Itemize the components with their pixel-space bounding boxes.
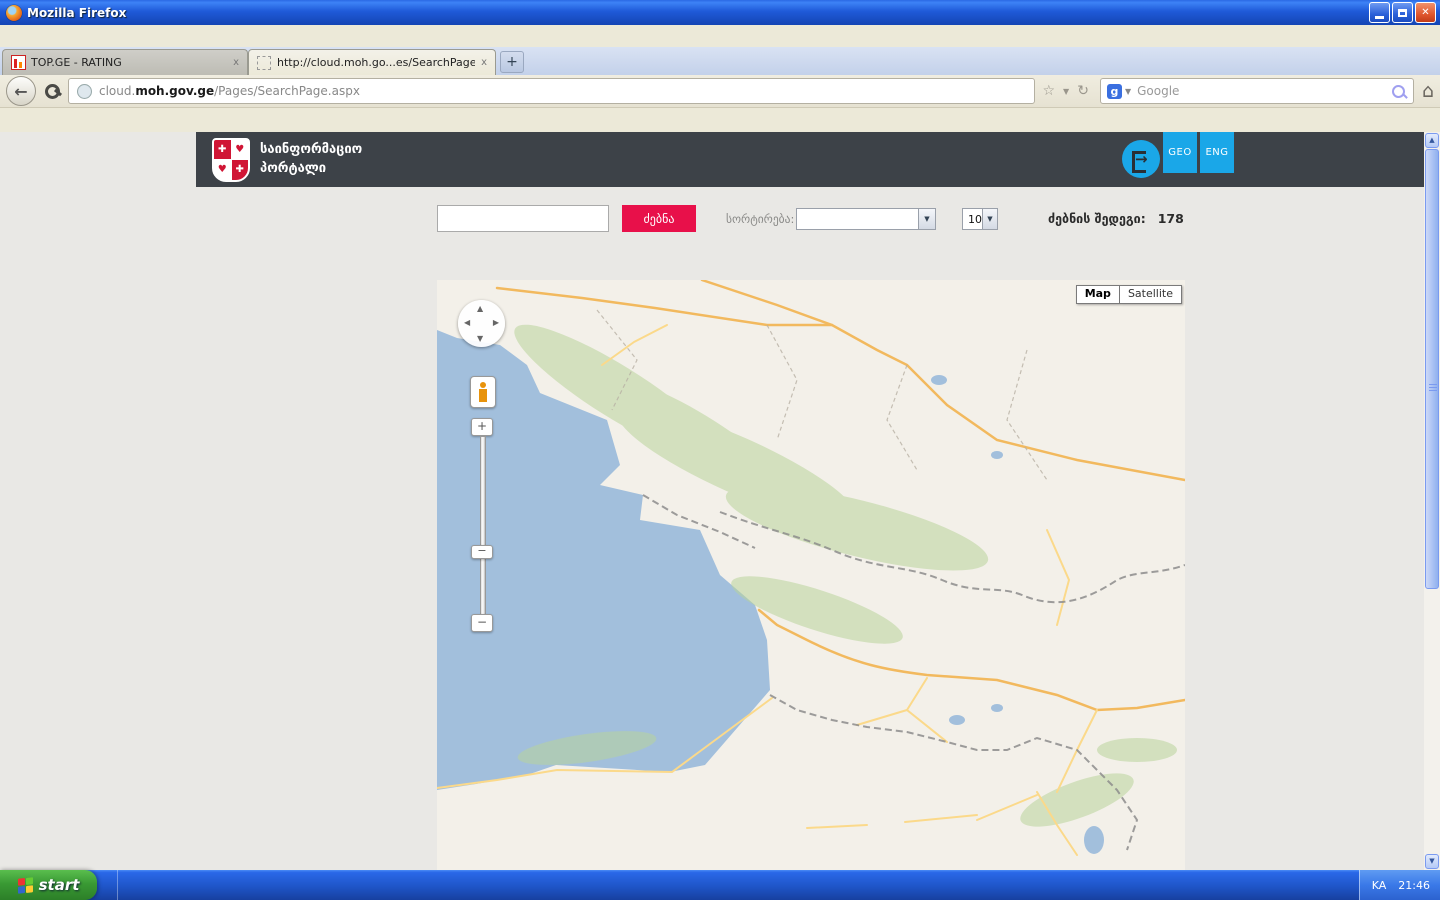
map-type-satellite-button[interactable]: Satellite: [1120, 285, 1182, 304]
history-dropdown-icon[interactable]: ▼: [1060, 87, 1072, 96]
menu-bar: [0, 25, 1440, 48]
map-pan-control[interactable]: ▲ ▼ ◀ ▶: [458, 300, 505, 347]
logout-icon[interactable]: [1122, 140, 1160, 178]
site-nav: [432, 132, 1107, 187]
header-right: GEO ENG: [1107, 132, 1424, 187]
google-icon[interactable]: g: [1107, 84, 1122, 99]
street-view-pegman[interactable]: [470, 376, 496, 408]
close-button[interactable]: ✕: [1415, 2, 1436, 23]
url-prefix: cloud.: [99, 84, 135, 98]
language-indicator[interactable]: KA: [1372, 879, 1387, 892]
url-path: /Pages/SearchPage.aspx: [214, 84, 360, 98]
chevron-down-icon[interactable]: ▼: [918, 209, 935, 229]
moh-shield-icon: ✚♥ ♥✚: [212, 138, 250, 182]
start-label: start: [39, 876, 80, 894]
tab-searchpage[interactable]: http://cloud.moh.go...es/SearchPage.aspx…: [248, 49, 496, 75]
zoom-slider-handle[interactable]: −: [471, 545, 493, 559]
bookmark-star-icon[interactable]: ☆: [1039, 83, 1058, 99]
bookmarks-bar: [0, 108, 1440, 133]
url-domain: moh.gov.ge: [135, 84, 214, 98]
chevron-down-icon[interactable]: ▼: [982, 209, 997, 229]
tab-close-icon[interactable]: x: [233, 57, 239, 68]
site-identity-icon[interactable]: [77, 84, 92, 99]
url-bar[interactable]: cloud.moh.gov.ge/Pages/SearchPage.aspx: [68, 78, 1035, 104]
map-type-control: Map Satellite: [1076, 285, 1182, 304]
sort-select[interactable]: ▼: [796, 208, 936, 230]
page-size-select[interactable]: 10▼: [962, 208, 998, 230]
tab-close-icon[interactable]: x: [481, 57, 487, 68]
firefox-icon: [6, 5, 22, 21]
window-title: Mozilla Firefox: [27, 6, 1369, 20]
map-markers: [437, 280, 1185, 870]
site-header: ✚♥ ♥✚ საინფორმაციოპორტალი GEO ENG: [196, 132, 1424, 187]
taskbar: start KA 21:46: [0, 870, 1440, 900]
scroll-thumb[interactable]: [1425, 149, 1439, 589]
scroll-up-arrow[interactable]: ▲: [1425, 133, 1439, 148]
start-button[interactable]: start: [0, 870, 97, 900]
scroll-down-arrow[interactable]: ▼: [1425, 854, 1439, 869]
tab-bar: TOP.GE - RATING x http://cloud.moh.go...…: [0, 47, 1440, 75]
topge-favicon: [11, 55, 26, 70]
pan-down-icon[interactable]: ▼: [477, 334, 483, 343]
search-button[interactable]: ძებნა: [622, 205, 696, 232]
tab-label: http://cloud.moh.go...es/SearchPage.aspx: [277, 56, 475, 69]
windows-logo-icon: [18, 877, 33, 894]
scroll-grip: [1429, 384, 1437, 392]
search-engine-bar[interactable]: g ▼ Google: [1100, 78, 1414, 104]
key-icon[interactable]: [42, 81, 62, 101]
pan-up-icon[interactable]: ▲: [477, 304, 483, 313]
tab-label: TOP.GE - RATING: [31, 56, 227, 69]
back-button[interactable]: ←: [6, 76, 36, 106]
home-button[interactable]: ⌂: [1422, 80, 1434, 102]
restore-button[interactable]: [1392, 2, 1413, 23]
lang-button-eng[interactable]: ENG: [1200, 132, 1234, 173]
zoom-out-button[interactable]: −: [471, 614, 493, 632]
sort-label: სორტირება:: [726, 212, 794, 226]
zoom-slider-track[interactable]: [480, 436, 486, 616]
reload-icon[interactable]: ↻: [1074, 83, 1092, 99]
search-magnifier-icon[interactable]: [1392, 85, 1405, 98]
lang-button-geo[interactable]: GEO: [1163, 132, 1197, 173]
site-title: საინფორმაციოპორტალი: [260, 141, 362, 179]
quick-launch: [97, 870, 118, 900]
pan-left-icon[interactable]: ◀: [464, 318, 470, 327]
map-type-map-button[interactable]: Map: [1076, 285, 1120, 304]
clock: 21:46: [1398, 879, 1430, 892]
page-content: ✚♥ ♥✚ საინფორმაციოპორტალი GEO ENG ძებნა …: [0, 132, 1440, 870]
task-buttons: [124, 870, 1359, 900]
search-input[interactable]: [437, 205, 609, 232]
site-logo[interactable]: ✚♥ ♥✚ საინფორმაციოპორტალი: [196, 132, 432, 187]
zoom-in-button[interactable]: +: [471, 418, 493, 436]
new-tab-button[interactable]: +: [500, 51, 524, 73]
pan-right-icon[interactable]: ▶: [493, 318, 499, 327]
results-count: ძებნის შედეგი:178: [1048, 211, 1184, 226]
engine-dropdown-icon[interactable]: ▼: [1125, 87, 1131, 96]
navigation-toolbar: ← cloud.moh.gov.ge/Pages/SearchPage.aspx…: [0, 75, 1440, 108]
tab-topge[interactable]: TOP.GE - RATING x: [2, 49, 248, 75]
map-canvas[interactable]: ▲ ▼ ◀ ▶ + − − Map Satellite: [437, 280, 1185, 870]
minimize-button[interactable]: [1369, 2, 1390, 23]
firefox-window: Mozilla Firefox ✕ TOP.GE - RATING x http…: [0, 0, 1440, 900]
loading-favicon: [257, 56, 271, 70]
vertical-scrollbar[interactable]: ▲ ▼: [1424, 132, 1440, 870]
title-bar: Mozilla Firefox ✕: [0, 0, 1440, 25]
system-tray: KA 21:46: [1359, 870, 1440, 900]
search-placeholder: Google: [1137, 84, 1392, 98]
